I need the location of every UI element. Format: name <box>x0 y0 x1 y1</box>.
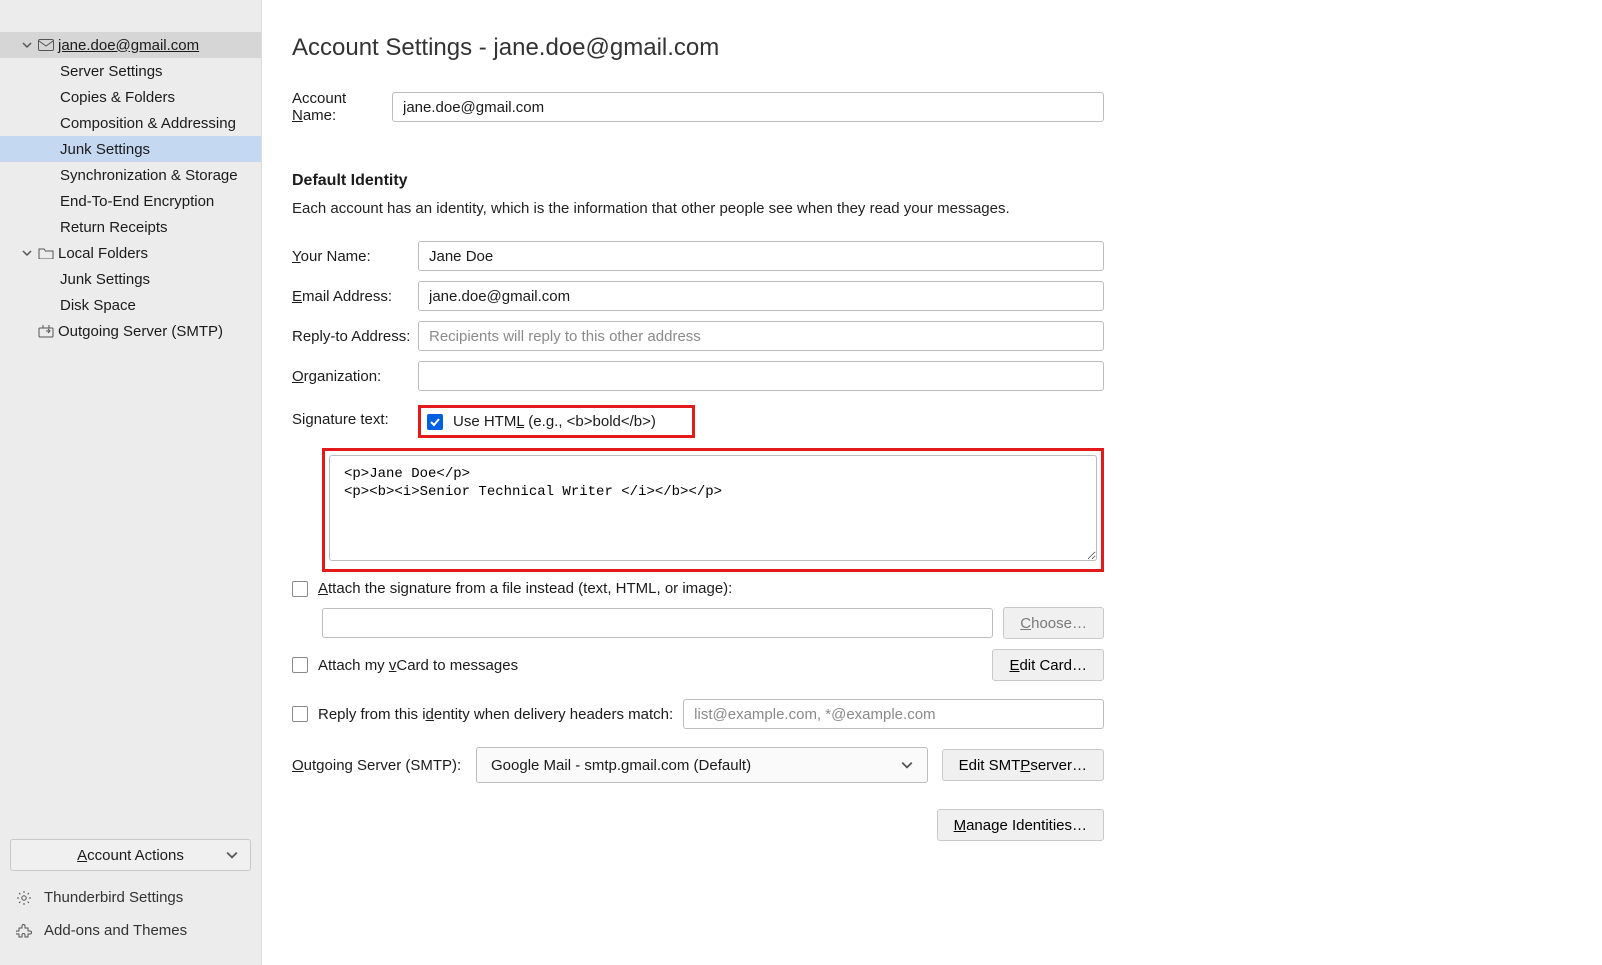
app-root: jane.doe@gmail.com Server Settings Copie… <box>0 0 1602 965</box>
sidebar-item-local-junk[interactable]: Junk Settings <box>0 266 261 292</box>
thunderbird-settings-link[interactable]: Thunderbird Settings <box>0 881 261 914</box>
sidebar-item-return-receipts[interactable]: Return Receipts <box>0 214 261 240</box>
gear-icon <box>16 890 34 906</box>
accounts-sidebar: jane.doe@gmail.com Server Settings Copie… <box>0 0 262 965</box>
manage-identities-button[interactable]: Manage Identities… <box>937 809 1104 841</box>
content-wrap: Account Name: Default Identity Each acco… <box>292 90 1104 841</box>
page-title: Account Settings - jane.doe@gmail.com <box>292 34 1572 62</box>
chevron-down-icon[interactable] <box>18 40 36 50</box>
your-name-row: Your Name: <box>292 241 1104 271</box>
sidebar-item-copies-folders[interactable]: Copies & Folders <box>0 84 261 110</box>
signature-textarea-highlight <box>322 448 1104 572</box>
attach-vcard-label: Attach my vCard to messages <box>318 657 518 674</box>
account-name-label: Account Name: <box>292 90 392 124</box>
sidebar-item-server-settings[interactable]: Server Settings <box>0 58 261 84</box>
reply-to-input[interactable] <box>418 321 1104 351</box>
main-panel: Account Settings - jane.doe@gmail.com Ac… <box>262 0 1602 965</box>
accounts-tree: jane.doe@gmail.com Server Settings Copie… <box>0 32 261 829</box>
use-html-highlight: Use HTML (e.g., <b>bold</b>) <box>418 405 695 438</box>
reply-identity-row: Reply from this identity when delivery h… <box>292 699 1104 729</box>
signature-textarea[interactable] <box>329 455 1097 561</box>
attach-signature-file-checkbox[interactable] <box>292 581 308 597</box>
chevron-down-icon[interactable] <box>18 248 36 258</box>
email-row: Email Address: <box>292 281 1104 311</box>
chevron-down-icon <box>226 849 238 861</box>
mail-account-icon <box>36 39 56 51</box>
signature-file-choose-row: Choose… <box>322 607 1104 639</box>
use-html-label: Use HTML (e.g., <b>bold</b>) <box>453 413 656 430</box>
default-identity-desc: Each account has an identity, which is t… <box>292 200 1104 217</box>
use-html-checkbox[interactable] <box>427 414 443 430</box>
sidebar-item-composition-addressing[interactable]: Composition & Addressing <box>0 110 261 136</box>
account-row-primary[interactable]: jane.doe@gmail.com <box>0 32 261 58</box>
sidebar-item-sync-storage[interactable]: Synchronization & Storage <box>0 162 261 188</box>
account-email-label: jane.doe@gmail.com <box>58 37 251 54</box>
account-row-local-folders[interactable]: Local Folders <box>0 240 261 266</box>
local-folders-label: Local Folders <box>58 245 251 262</box>
organization-input[interactable] <box>418 361 1104 391</box>
outgoing-smtp-label: Outgoing Server (SMTP): <box>292 757 462 774</box>
account-name-input[interactable] <box>392 92 1104 122</box>
outgoing-server-icon <box>36 324 56 338</box>
signature-file-path-input[interactable] <box>322 608 993 638</box>
manage-identities-row: Manage Identities… <box>292 809 1104 841</box>
your-name-label: Your Name: <box>292 248 418 265</box>
reply-identity-label: Reply from this identity when delivery h… <box>318 706 673 723</box>
account-actions-button[interactable]: AAccount Actionsccount Actions <box>10 839 251 871</box>
sidebar-item-disk-space[interactable]: Disk Space <box>0 292 261 318</box>
sidebar-item-e2e-encryption[interactable]: End-To-End Encryption <box>0 188 261 214</box>
default-identity-header: Default Identity <box>292 172 1104 190</box>
reply-identity-input[interactable] <box>683 699 1104 729</box>
sidebar-item-junk-settings[interactable]: Junk Settings <box>0 136 261 162</box>
outgoing-smtp-row: Outgoing Server (SMTP): Google Mail - sm… <box>292 747 1104 783</box>
account-name-row: Account Name: <box>292 90 1104 124</box>
outgoing-server-label: Outgoing Server (SMTP) <box>58 323 251 340</box>
edit-card-button[interactable]: Edit Card… <box>992 649 1104 681</box>
attach-vcard-checkbox[interactable] <box>292 657 308 673</box>
email-label: Email Address: <box>292 288 418 305</box>
organization-row: Organization: <box>292 361 1104 391</box>
reply-identity-checkbox[interactable] <box>292 706 308 722</box>
puzzle-icon <box>16 923 34 939</box>
sidebar-bottom: AAccount Actionsccount Actions <box>0 829 261 881</box>
signature-text-row: Signature text: Use HTML (e.g., <b>bold<… <box>292 405 1104 438</box>
email-input[interactable] <box>418 281 1104 311</box>
folder-icon <box>36 247 56 259</box>
chevron-down-icon <box>901 759 913 771</box>
outgoing-smtp-selected: Google Mail - smtp.gmail.com (Default) <box>491 757 901 774</box>
reply-to-row: Reply-to Address: <box>292 321 1104 351</box>
reply-to-label: Reply-to Address: <box>292 328 418 345</box>
thunderbird-settings-label: Thunderbird Settings <box>44 889 183 906</box>
your-name-input[interactable] <box>418 241 1104 271</box>
signature-text-label: Signature text: <box>292 405 418 428</box>
attach-vcard-row: Attach my vCard to messages Edit Card… <box>292 649 1104 681</box>
account-row-outgoing-smtp[interactable]: Outgoing Server (SMTP) <box>0 318 261 344</box>
addons-themes-link[interactable]: Add-ons and Themes <box>0 914 261 947</box>
edit-smtp-server-button[interactable]: Edit SMTP server… <box>942 749 1104 781</box>
attach-signature-file-label: Attach the signature from a file instead… <box>318 580 732 597</box>
organization-label: Organization: <box>292 368 418 385</box>
addons-themes-label: Add-ons and Themes <box>44 922 187 939</box>
choose-file-button[interactable]: Choose… <box>1003 607 1104 639</box>
outgoing-smtp-select[interactable]: Google Mail - smtp.gmail.com (Default) <box>476 747 928 783</box>
attach-signature-file-row: Attach the signature from a file instead… <box>292 580 1104 597</box>
